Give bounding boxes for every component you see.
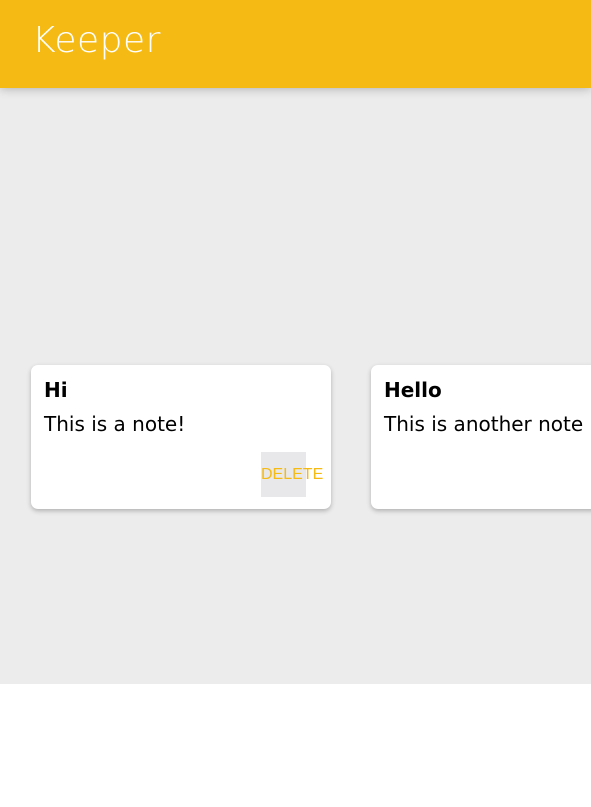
app-header: Keeper bbox=[0, 0, 591, 88]
note-card: Hello This is another note bbox=[371, 365, 591, 509]
note-content: This is a note! bbox=[44, 412, 186, 436]
app-title: Keeper bbox=[32, 20, 161, 61]
notes-area: Hi This is a note! DELETE Hello This is … bbox=[0, 88, 591, 684]
note-title: Hello bbox=[384, 378, 442, 402]
note-content: This is another note bbox=[384, 412, 584, 436]
keeper-app: Keeper Hi This is a note! DELETE Hello T… bbox=[0, 0, 591, 807]
note-card: Hi This is a note! DELETE bbox=[31, 365, 331, 509]
delete-note-button[interactable]: DELETE bbox=[261, 452, 323, 497]
note-title: Hi bbox=[44, 378, 68, 402]
